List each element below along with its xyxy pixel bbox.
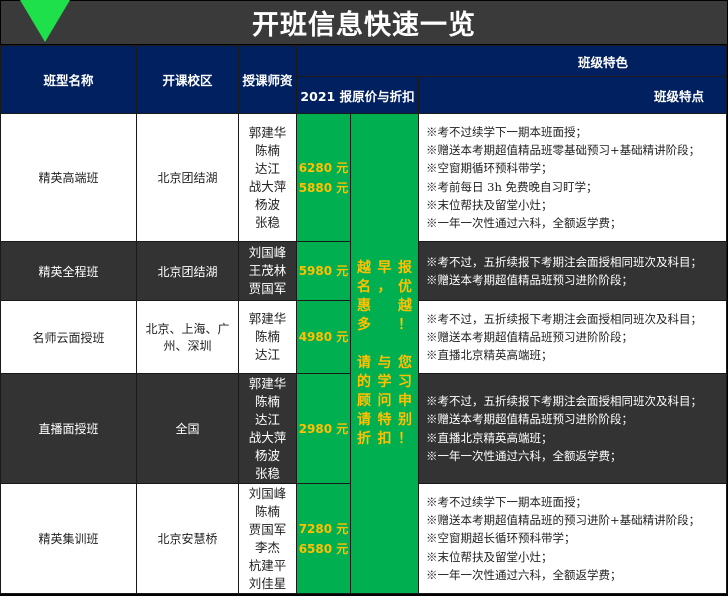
header-teachers: 授课师资 [238, 45, 297, 114]
table-row: 精英高端班 北京团结湖 郭建华 陈楠 达江 战大萍 杨波 张稳 6280 元 5880… [0, 113, 727, 594]
price: 4980 元 [296, 300, 351, 374]
features: ※考不过，五折续报下考期注会面授相同班次及科目； ※赠送本考期超值精品班预习进阶… [418, 241, 727, 301]
title-bar: 开班信息快速一览 [0, 0, 728, 45]
class-name: 精英集训班 [0, 483, 137, 594]
header-campus: 开课校区 [136, 45, 239, 114]
teachers: 郭建华 陈楠 达江 战大萍 杨波 张稳 [238, 113, 297, 242]
teachers: 刘国峰 陈楠 贾国军 李杰 杭建平 刘佳星 [238, 483, 297, 594]
teachers: 郭建华 陈楠 达江 [238, 300, 297, 374]
triangle-logo-icon [20, 0, 70, 42]
class-info-table: 班型名称 开课校区 授课师资 班级特色 2021 报原价与折扣 班级特点 精英高… [0, 45, 727, 594]
teachers: 郭建华 陈楠 达江 战大萍 杨波 张稳 [238, 373, 297, 484]
header-features: 班级特点 [418, 76, 727, 114]
features: ※考不过续学下一期本班面授； ※赠送本考期超值精品班零基础预习+基础精讲阶段； … [418, 113, 727, 242]
price: 5980 元 [296, 241, 351, 301]
header-name: 班型名称 [0, 45, 137, 114]
campus: 北京团结湖 [136, 241, 239, 301]
promo-line-2: 请与您的学习顾问申请特别折扣！ [357, 354, 412, 447]
class-name: 名师云面授班 [0, 300, 137, 374]
price: 7280 元 6580 元 [296, 483, 351, 594]
promo-note: 越早报名，优惠越多！ 请与您的学习顾问申请特别折扣！ [350, 113, 419, 594]
class-name: 精英全程班 [0, 241, 137, 301]
campus: 北京团结湖 [136, 113, 239, 242]
campus: 北京、上海、广州、深圳 [136, 300, 239, 374]
header-features-group: 班级特色 [296, 45, 727, 77]
class-name: 直播面授班 [0, 373, 137, 484]
campus: 全国 [136, 373, 239, 484]
price: 2980 元 [296, 373, 351, 484]
features: ※考不过，五折续报下考期注会面授相同班次及科目； ※赠送本考期超值精品班预习进阶… [418, 300, 727, 374]
class-name: 精英高端班 [0, 113, 137, 242]
features: ※考不过续学下一期本班面授； ※赠送本考期超值精品班的预习进阶+基础精讲阶段； … [418, 483, 727, 594]
page-title: 开班信息快速一览 [252, 10, 476, 41]
price: 6280 元 5880 元 [296, 113, 351, 242]
teachers: 刘国峰 王茂林 贾国军 [238, 241, 297, 301]
promo-line-1: 越早报名，优惠越多！ [357, 259, 412, 333]
header-price: 2021 报原价与折扣 [296, 76, 419, 114]
features: ※考不过，五折续报下考期注会面授相同班次及科目； ※赠送本考期超值精品班预习进阶… [418, 373, 727, 484]
campus: 北京安慧桥 [136, 483, 239, 594]
